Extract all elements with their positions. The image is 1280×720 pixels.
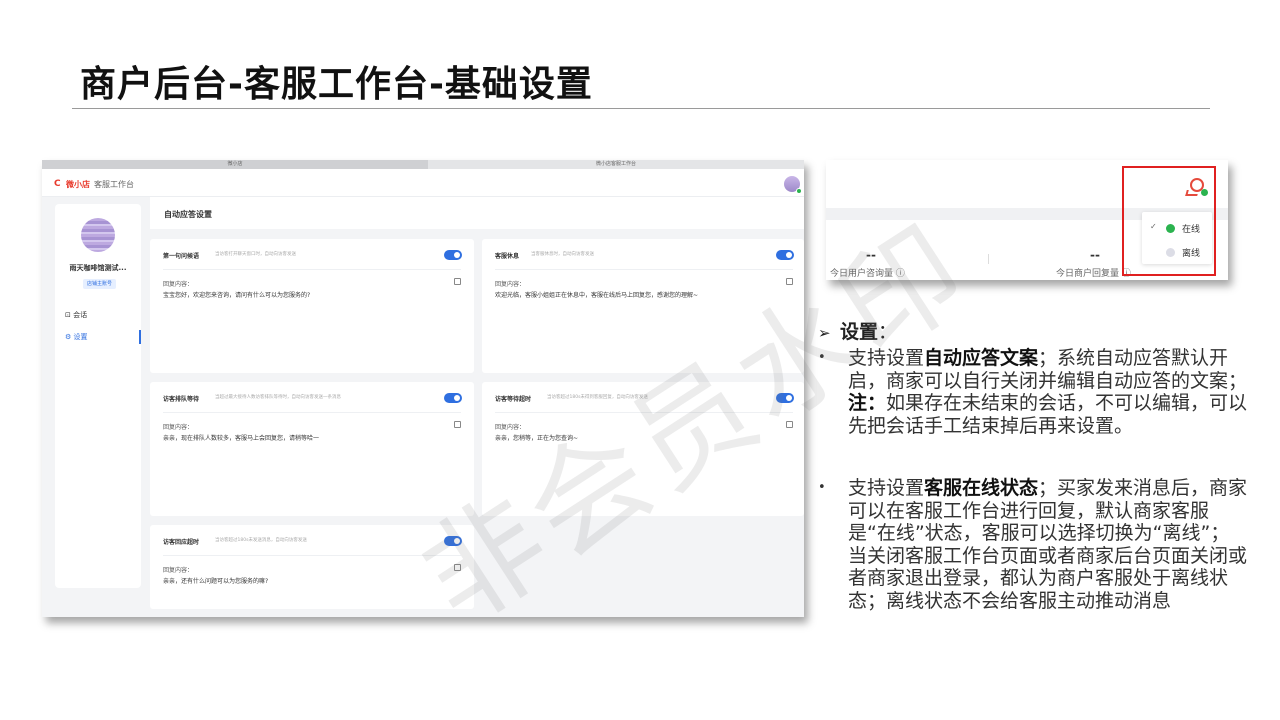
enable-toggle[interactable]: [444, 393, 462, 403]
title-divider: [72, 108, 1210, 109]
app-header: C 微小店 客服工作台: [42, 169, 804, 197]
edit-icon[interactable]: [454, 421, 461, 428]
sidebar-item-sessions[interactable]: ⊡ 会话: [65, 310, 87, 320]
enable-toggle[interactable]: [776, 250, 794, 260]
card-hint: 当访客超过180s未发送消息，自动向访客发送: [215, 538, 307, 543]
card-divider: [163, 555, 461, 556]
auto-reply-card-rest: 客服休息 当客服休息时，自动向访客发送 回复内容： 欢迎光临，客服小姐姐正在休息…: [482, 239, 804, 373]
highlight-box: [1122, 166, 1216, 276]
edit-icon[interactable]: [786, 278, 793, 285]
reply-text: 宝宝您好，欢迎您来咨询，请问有什么可以为您服务的?: [163, 292, 311, 299]
reply-text: 欢迎光临，客服小姐姐正在休息中，客服在线后马上回复您，感谢您的理解~: [495, 292, 699, 299]
chat-icon: ⊡: [65, 311, 71, 319]
card-title: 访客等待超时: [495, 396, 532, 403]
browser-tab[interactable]: 微小店: [42, 160, 428, 169]
reply-text: 亲亲，现在排队人数较多，客服马上会回复您，请稍等哈一: [163, 435, 320, 442]
logo-icon: C: [54, 179, 61, 189]
text-segment: 支持设置: [848, 477, 925, 499]
sidebar-item-label: 会话: [73, 311, 88, 319]
bullet-body: 支持设置自动应答文案；系统自动应答默认开启，商家可以自行关闭并编辑自动应答的文案…: [848, 347, 1248, 437]
card-divider: [495, 412, 793, 413]
online-status-screenshot: -- 今日用户咨询量 ⓘ -- 今日商户回复量 ⓘ ✓ 在线 离线: [826, 160, 1228, 280]
account-badge: 店铺主账号: [83, 279, 117, 289]
text-segment: 如果存在未结束的会话，不可以编辑，可以先把会话手工结束掉后再来设置。: [848, 392, 1248, 437]
section-title: 自动应答设置: [164, 210, 212, 219]
description-bullet-online-status: • 支持设置客服在线状态；买家发来消息后，商家可以在客服工作台进行回复，默认商家…: [818, 477, 1248, 612]
bullet-icon: •: [818, 350, 826, 365]
card-hint: 当超过最大接待人数访客排队等待时，自动向访客发送一条消息: [215, 395, 341, 400]
auto-reply-card-greeting: 第一句问候语 当访客打开聊天窗口时，自动向访客发送 回复内容： 宝宝您好，欢迎您…: [150, 239, 474, 373]
card-divider: [495, 269, 793, 270]
card-hint: 当访客超过180s未得到客服回复，自动向访客发送: [547, 395, 648, 400]
bullet-body: 支持设置客服在线状态；买家发来消息后，商家可以在客服工作台进行回复，默认商家客服…: [848, 477, 1248, 612]
browser-tab-bar: 微小店 微小店客服工作台: [42, 160, 804, 169]
card-title: 第一句问候语: [163, 253, 200, 260]
metric-divider: [988, 254, 989, 264]
note-label: 注：: [848, 392, 887, 414]
text-segment: 支持设置: [848, 347, 925, 369]
reply-text: 亲亲，还有什么问题可以为您服务的嘛?: [163, 578, 269, 585]
sidebar: 雨天咖啡馆测试... 店铺主账号 ⊡ 会话 ⚙ 设置: [55, 204, 141, 588]
sidebar-item-label: 设置: [73, 333, 88, 341]
reply-text: 亲亲，您稍等，正在为您查询~: [495, 435, 579, 442]
enable-toggle[interactable]: [444, 250, 462, 260]
gear-icon: ⚙: [65, 333, 72, 341]
reply-label: 回复内容：: [495, 424, 526, 431]
edit-icon[interactable]: [786, 421, 793, 428]
online-status-dot: [796, 188, 802, 194]
card-hint: 当访客打开聊天窗口时，自动向访客发送: [215, 252, 296, 257]
description-heading: ➢ 设置：: [818, 320, 897, 345]
shop-name: 雨天咖啡馆测试...: [69, 264, 127, 272]
auto-reply-card-queue: 访客排队等待 当超过最大接待人数访客排队等待时，自动向访客发送一条消息 回复内容…: [150, 382, 474, 516]
heading-text: 设置: [840, 321, 879, 343]
edit-icon[interactable]: [454, 564, 461, 571]
reply-label: 回复内容：: [495, 281, 526, 288]
auto-reply-card-response-timeout: 访客回应超时 当访客超过180s未发送消息，自动向访客发送 回复内容： 亲亲，还…: [150, 525, 474, 609]
card-title: 访客回应超时: [163, 539, 200, 546]
arrow-bullet-icon: ➢: [818, 324, 831, 342]
section-header: 自动应答设置: [150, 197, 804, 229]
shop-avatar: [81, 218, 115, 252]
sidebar-item-settings[interactable]: ⚙ 设置: [65, 332, 88, 342]
metric-label: 今日用户咨询量 ⓘ: [830, 269, 905, 279]
slide-title: 商户后台-客服工作台-基础设置: [80, 64, 593, 105]
bullet-icon: •: [818, 480, 826, 495]
metric-value: --: [1090, 248, 1100, 262]
metric-value: --: [866, 248, 876, 262]
description-bullet-auto-reply: • 支持设置自动应答文案；系统自动应答默认开启，商家可以自行关闭并编辑自动应答的…: [818, 347, 1248, 437]
auto-reply-card-wait-timeout: 访客等待超时 当访客超过180s未得到客服回复，自动向访客发送 回复内容： 亲亲…: [482, 382, 804, 516]
card-title: 访客排队等待: [163, 396, 200, 403]
reply-label: 回复内容：: [163, 567, 194, 574]
heading-suffix: ：: [878, 321, 898, 343]
logo-text: 微小店: [66, 180, 90, 189]
card-divider: [163, 269, 461, 270]
browser-tab-active[interactable]: 微小店客服工作台: [428, 160, 804, 169]
app-name: 客服工作台: [94, 180, 134, 189]
highlight-text: 客服在线状态: [924, 477, 1039, 499]
metric-label: 今日商户回复量 ⓘ: [1056, 269, 1131, 279]
enable-toggle[interactable]: [776, 393, 794, 403]
active-indicator: [139, 330, 141, 344]
card-title: 客服休息: [495, 253, 520, 260]
card-hint: 当客服休息时，自动向访客发送: [531, 252, 594, 257]
auto-reply-screenshot: 微小店 微小店客服工作台 C 微小店 客服工作台 雨天咖啡馆测试... 店铺主账…: [42, 160, 804, 617]
edit-icon[interactable]: [454, 278, 461, 285]
reply-label: 回复内容：: [163, 424, 194, 431]
highlight-text: 自动应答文案: [924, 347, 1039, 369]
enable-toggle[interactable]: [444, 536, 462, 546]
reply-label: 回复内容：: [163, 281, 194, 288]
card-divider: [163, 412, 461, 413]
